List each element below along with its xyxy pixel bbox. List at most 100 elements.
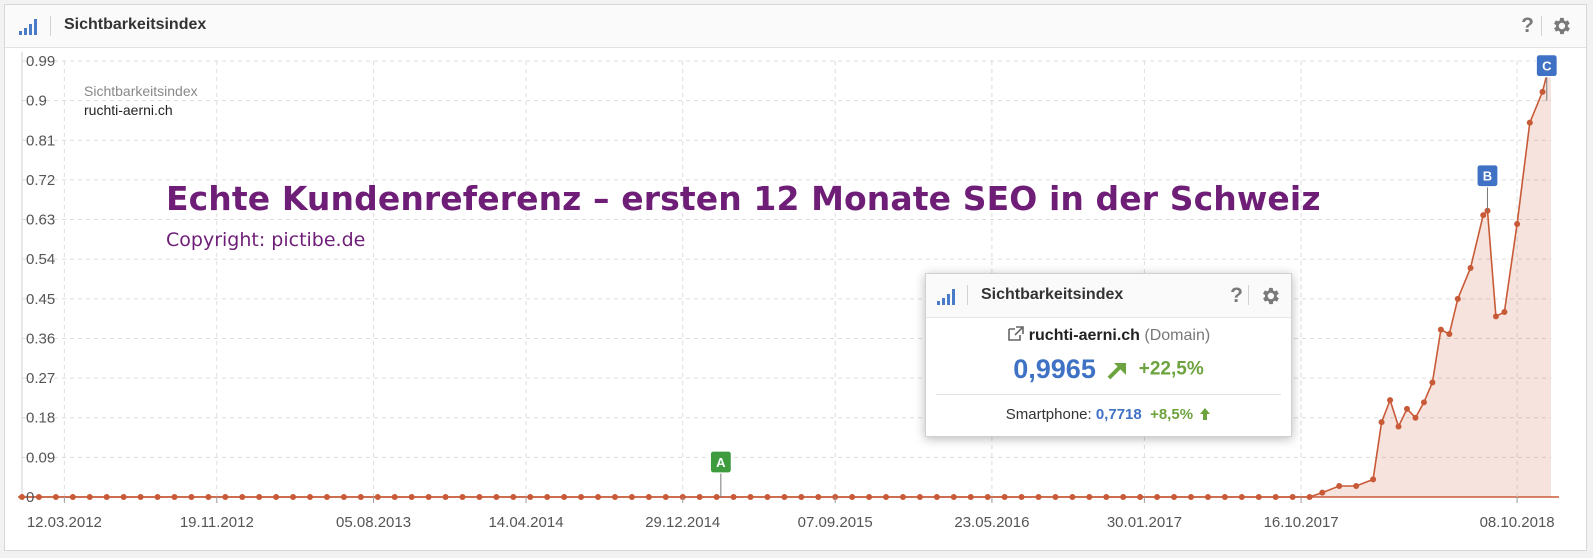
data-point [561, 494, 568, 500]
data-point [662, 494, 669, 500]
data-point [967, 494, 974, 500]
event-marker[interactable]: C [1535, 54, 1558, 101]
data-point [645, 494, 652, 500]
data-point [1539, 88, 1546, 95]
x-tick-label: 08.10.2018 [1480, 514, 1555, 531]
data-point [171, 494, 178, 500]
data-point [476, 494, 483, 500]
data-point [357, 494, 364, 500]
data-point [1137, 494, 1144, 500]
data-point [1171, 494, 1178, 500]
popup-divider [936, 394, 1281, 395]
legend-domain: ruchti-aerni.ch [84, 102, 173, 118]
data-point [1514, 220, 1521, 227]
data-point [1238, 494, 1245, 500]
data-point [35, 494, 42, 500]
data-point [1492, 313, 1499, 320]
y-tick-label: 0.99 [26, 53, 55, 70]
data-point [713, 494, 720, 500]
data-point [442, 494, 449, 500]
y-tick-label: 0.63 [26, 212, 55, 229]
data-point [1412, 414, 1419, 421]
data-point [1370, 476, 1377, 483]
data-point [747, 494, 754, 500]
event-marker[interactable]: A [709, 450, 732, 497]
data-point [1378, 419, 1385, 426]
data-point [52, 494, 59, 500]
legend-title: Sichtbarkeitsindex [84, 83, 198, 99]
data-point [1403, 405, 1410, 412]
popup-value-row: 0,9965 +22,5% [926, 354, 1291, 385]
data-point [222, 494, 229, 500]
data-point [323, 494, 330, 500]
popup-smartphone-row: Smartphone: 0,7718 +8,5% [926, 406, 1291, 423]
data-point [1052, 494, 1059, 500]
data-point [1501, 309, 1508, 316]
popup-change: +22,5% [1138, 358, 1204, 380]
data-point [137, 494, 144, 500]
data-point [984, 494, 991, 500]
header-separator [967, 285, 968, 305]
x-tick-label: 19.11.2012 [180, 514, 254, 531]
marker-label: A [716, 455, 726, 470]
y-axis: 0 0.09 0.18 0.27 0.36 0.45 0.54 0.63 0.72 0.81 0.9… [26, 53, 55, 506]
data-point [86, 494, 93, 500]
grid [18, 52, 1559, 498]
data-point [459, 494, 466, 500]
x-tick-label: 30.01.2017 [1107, 514, 1182, 531]
data-point [120, 494, 127, 500]
data-point [1480, 212, 1487, 219]
trend-up-arrow-icon [1107, 362, 1127, 379]
y-tick-label: 0.09 [26, 449, 55, 466]
data-point [154, 494, 161, 500]
data-point [730, 494, 737, 500]
marker-label: B [1483, 169, 1492, 184]
data-point [391, 494, 398, 500]
data-point [1446, 331, 1453, 338]
tooltip-popup: Sichtbarkeitsindex ? ruchti-aerni.ch (Do… [925, 273, 1292, 437]
popup-domain[interactable]: ruchti-aerni.ch [1029, 327, 1140, 344]
y-tick-label: 0.9 [26, 93, 47, 110]
data-point [1437, 326, 1444, 333]
data-point [798, 494, 805, 500]
y-tick-label: 0.36 [26, 330, 55, 347]
bar-chart-icon [937, 289, 955, 305]
data-point [544, 494, 551, 500]
data-point [1154, 494, 1161, 500]
y-tick-label: 0.45 [26, 291, 55, 308]
x-tick-label: 14.04.2014 [488, 514, 563, 531]
data-point [273, 494, 280, 500]
series-area [22, 58, 1551, 497]
data-point [1120, 494, 1127, 500]
gear-icon[interactable] [1259, 285, 1281, 307]
event-marker[interactable]: B [1476, 164, 1499, 211]
data-point [1387, 397, 1394, 404]
y-tick-label: 0.27 [26, 370, 55, 387]
data-point [1467, 264, 1474, 271]
data-point [205, 494, 212, 500]
help-icon[interactable]: ? [1230, 284, 1243, 308]
data-point [950, 494, 957, 500]
data-point [1018, 494, 1025, 500]
data-point [1255, 494, 1262, 500]
up-arrow-icon [1200, 408, 1211, 420]
data-point [1187, 494, 1194, 500]
y-tick-label: 0.54 [26, 251, 55, 268]
data-point [628, 494, 635, 500]
data-point [815, 494, 822, 500]
external-link-icon[interactable] [1007, 326, 1025, 342]
data-point [1526, 119, 1533, 126]
popup-header: Sichtbarkeitsindex ? [926, 274, 1291, 318]
data-point [1069, 494, 1076, 500]
overlay-copyright: Copyright: pictibe.de [166, 229, 366, 251]
data-point [374, 494, 381, 500]
popup-value: 0,9965 [1013, 354, 1096, 384]
data-point [866, 494, 873, 500]
header-separator [1248, 285, 1249, 305]
popup-domain-type: (Domain) [1144, 327, 1211, 344]
data-point [103, 494, 110, 500]
data-point [899, 494, 906, 500]
data-point [578, 494, 585, 500]
smartphone-change: +8,5% [1150, 406, 1194, 423]
y-tick-label: 0.18 [26, 410, 55, 427]
